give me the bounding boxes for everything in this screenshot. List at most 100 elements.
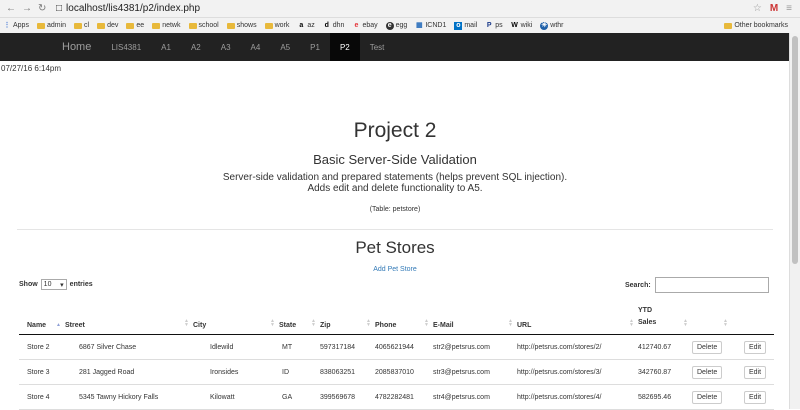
bookmark-icnd1[interactable]: ▦ ICND1 <box>415 22 446 30</box>
sort-icon: ▲ ▼ <box>723 318 728 328</box>
nav-item-p2[interactable]: P2 <box>329 33 360 61</box>
table-note: (Table: petstore) <box>369 206 421 213</box>
reload-icon[interactable]: ↻ <box>38 3 46 14</box>
bookmark-shows[interactable]: shows <box>226 22 257 29</box>
delete-button[interactable]: Delete <box>692 365 723 379</box>
col-header-phone[interactable]: Phone ▲ ▼ <box>375 299 433 335</box>
bookmark-school[interactable]: school <box>188 22 219 29</box>
forward-icon[interactable]: → <box>22 3 32 14</box>
bookmarks-bar: ⋮ Apps admin cl dev ee netwk school shows… <box>0 18 800 34</box>
cell-email: str3@petsrus.com <box>433 359 517 385</box>
edit-button[interactable]: Edit <box>744 365 767 379</box>
bookmark-az[interactable]: a az <box>297 22 314 30</box>
cell-city: Idlewild <box>193 334 279 360</box>
bookmark-wiki[interactable]: Wwiki <box>511 21 532 30</box>
cell-phone: 4065621944 <box>375 334 433 360</box>
description-line-2: Adds edit and delete functionality to A5… <box>307 183 483 194</box>
cell-ytd-sales: 412740.67 <box>638 334 692 360</box>
col-header-state[interactable]: State ▲ ▼ <box>279 299 320 335</box>
browser-toolbar: ← → ↻ □ localhost/lis4381/p2/index.php ☆… <box>0 0 800 18</box>
nav-item-test[interactable]: Test <box>360 33 395 61</box>
page-scrollbar[interactable] <box>789 33 800 409</box>
wikipedia-icon: W <box>511 21 518 29</box>
sort-icon: ▲ ▼ <box>629 318 634 328</box>
egg-icon: e <box>385 21 394 30</box>
weather-icon: ☀ <box>540 21 549 30</box>
sort-icon: ▲ ▼ <box>311 318 316 328</box>
bookmark-admin[interactable]: admin <box>36 22 66 29</box>
url-text[interactable]: localhost/lis4381/p2/index.php <box>66 3 200 14</box>
edit-button[interactable]: Edit <box>744 340 767 354</box>
cell-state: ID <box>279 359 320 385</box>
gmail-icon[interactable]: M <box>770 3 778 14</box>
scrollbar-thumb[interactable] <box>792 36 798 264</box>
cell-phone: 2085837010 <box>375 359 433 385</box>
col-header-url[interactable]: URL ▲ ▼ <box>517 299 638 335</box>
cell-url: http://petsrus.com/stores/4/ <box>517 384 638 410</box>
cell-url: http://petsrus.com/stores/2/ <box>517 334 638 360</box>
sort-icon: ▲ ▼ <box>683 318 688 328</box>
apps-icon: ⋮ <box>3 21 11 29</box>
outlook-icon: o <box>454 21 463 30</box>
bookmark-ee[interactable]: ee <box>126 22 144 29</box>
bookmark-netwk[interactable]: netwk <box>152 22 181 29</box>
bookmark-apps[interactable]: ⋮ Apps <box>3 22 29 30</box>
col-header-city[interactable]: City ▲ ▼ <box>193 299 279 335</box>
sort-asc-icon: ▲ <box>56 322 61 328</box>
bookmark-cl[interactable]: cl <box>74 22 89 29</box>
search-input[interactable] <box>654 277 769 293</box>
search-label: Search: <box>625 281 651 289</box>
col-header-ytd-sales[interactable]: YTD Sales ▲ ▼ <box>638 299 692 335</box>
nav-item-a4[interactable]: A4 <box>241 33 271 61</box>
col-header-name[interactable]: Name ▲ <box>19 299 65 335</box>
entries-select[interactable]: 10 ▾ <box>40 279 67 290</box>
nav-item-a2[interactable]: A2 <box>181 33 211 61</box>
col-header-street[interactable]: Street ▲ ▼ <box>65 299 193 335</box>
ps-icon: P <box>486 21 492 29</box>
cell-ytd-sales: 342760.87 <box>638 359 692 385</box>
cell-state: MT <box>279 334 320 360</box>
table-row: Store 3 281 Jagged Road Ironsides ID 838… <box>19 359 774 385</box>
nav-item-a1[interactable]: A1 <box>151 33 181 61</box>
table-row: Store 2 6867 Silver Chase Idlewild MT 59… <box>19 334 774 360</box>
nav-item-a3[interactable]: A3 <box>211 33 241 61</box>
folder-icon <box>126 22 135 29</box>
star-icon[interactable]: ☆ <box>753 3 762 14</box>
bookmark-wthr[interactable]: ☀ wthr <box>540 21 564 30</box>
nav-item-p1[interactable]: P1 <box>300 33 330 61</box>
page-icon: □ <box>56 3 63 14</box>
col-header-zip[interactable]: Zip ▲ ▼ <box>320 299 375 335</box>
bookmark-dhn[interactable]: d dhn <box>323 22 345 30</box>
bookmark-other[interactable]: Other bookmarks <box>724 22 788 29</box>
menu-icon[interactable]: ≡ <box>786 3 792 14</box>
bookmark-ps[interactable]: Pps <box>485 21 503 30</box>
col-header-email[interactable]: E-Mail ▲ ▼ <box>433 299 517 335</box>
address-bar[interactable]: □ localhost/lis4381/p2/index.php <box>56 3 753 14</box>
cell-name: Store 4 <box>19 384 65 410</box>
add-pet-store-link[interactable]: Add Pet Store <box>0 266 790 273</box>
back-icon[interactable]: ← <box>6 3 16 14</box>
timestamp: 07/27/16 6:14pm <box>1 64 62 73</box>
folder-icon <box>226 22 235 29</box>
bookmark-ebay[interactable]: e ebay <box>352 21 378 30</box>
page-header: Project 2 Basic Server-Side Validation S… <box>0 119 790 215</box>
bookmark-mail[interactable]: o mail <box>454 21 477 30</box>
bookmark-work[interactable]: work <box>264 22 289 29</box>
ebay-icon: e <box>354 21 359 29</box>
delete-button[interactable]: Delete <box>692 390 723 404</box>
bookmark-egg[interactable]: e egg <box>385 21 407 30</box>
nav-item-a5[interactable]: A5 <box>270 33 300 61</box>
cell-zip: 399569678 <box>320 384 375 410</box>
folder-icon <box>152 22 161 29</box>
amazon-icon: a <box>299 21 304 29</box>
cell-city: Ironsides <box>193 359 279 385</box>
divider <box>17 229 773 230</box>
cell-street: 281 Jagged Road <box>65 359 193 385</box>
bookmark-dev[interactable]: dev <box>97 22 118 29</box>
d-icon: d <box>324 21 329 29</box>
edit-button[interactable]: Edit <box>744 390 767 404</box>
cell-delete: Delete <box>692 334 732 360</box>
nav-item-lis4381[interactable]: LIS4381 <box>101 33 151 61</box>
delete-button[interactable]: Delete <box>692 340 723 354</box>
nav-home-link[interactable]: Home <box>0 33 101 61</box>
